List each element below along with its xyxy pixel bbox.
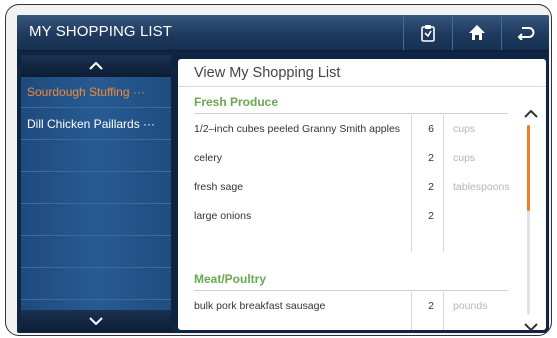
- item-quantity: 2: [428, 300, 434, 312]
- item-name: 1/2–inch cubes peeled Granny Smith apple…: [194, 123, 401, 135]
- back-icon: [517, 26, 535, 40]
- chevron-down-icon: [89, 312, 103, 330]
- item-quantity: 2: [428, 152, 434, 164]
- list-item[interactable]: celery 2 cups: [178, 144, 518, 173]
- item-unit: cups: [453, 152, 476, 164]
- recipe-empty-row: [21, 237, 171, 268]
- back-button[interactable]: [501, 15, 549, 50]
- shopping-list-icon: [420, 24, 436, 42]
- column-divider: [443, 115, 444, 252]
- item-unit: pounds: [453, 300, 488, 312]
- list-item[interactable]: 1/2–inch cubes peeled Granny Smith apple…: [178, 115, 518, 144]
- item-name: celery: [194, 152, 223, 164]
- list-scroll-down-button[interactable]: [520, 319, 542, 330]
- chevron-up-icon: [524, 105, 538, 123]
- app-screen: MY SHOPPING LIST Sourdough Stuffing ··· …: [17, 15, 549, 333]
- scroll-thumb[interactable]: [527, 125, 530, 211]
- item-unit: tablespoons: [453, 181, 510, 193]
- recipe-empty-row: [21, 269, 171, 300]
- item-quantity: 2: [428, 210, 434, 222]
- item-name: large onions: [194, 210, 252, 222]
- recipe-item-sourdough-stuffing[interactable]: Sourdough Stuffing ···: [21, 77, 171, 108]
- recipe-empty-row: [21, 173, 171, 204]
- chevron-down-icon: [524, 318, 538, 330]
- item-quantity: 2: [428, 181, 434, 193]
- recipe-list-panel: Sourdough Stuffing ··· Dill Chicken Pail…: [21, 55, 171, 332]
- shopping-list-panel: View My Shopping List Fresh Produce 1/2–…: [178, 59, 546, 330]
- item-unit: cups: [453, 123, 476, 135]
- recipe-empty-row: [21, 205, 171, 236]
- list-item[interactable]: bulk pork breakfast sausage 2 pounds: [178, 292, 518, 321]
- section-title-fresh-produce: Fresh Produce: [194, 95, 279, 109]
- scroll-up-button[interactable]: [21, 55, 171, 77]
- list-item[interactable]: fresh sage 2 tablespoons: [178, 173, 518, 202]
- device-frame: MY SHOPPING LIST Sourdough Stuffing ··· …: [5, 4, 552, 336]
- home-button[interactable]: [452, 15, 501, 50]
- column-divider: [443, 292, 444, 330]
- section-title-meat-poultry: Meat/Poultry: [194, 272, 267, 286]
- divider: [194, 113, 508, 114]
- list-item[interactable]: large onions 2: [178, 202, 518, 231]
- recipe-empty-row: [21, 141, 171, 172]
- item-name: fresh sage: [194, 181, 244, 193]
- item-name: bulk pork breakfast sausage: [194, 300, 326, 312]
- chevron-up-icon: [89, 57, 103, 75]
- app-title: MY SHOPPING LIST: [29, 23, 173, 40]
- list-scroll-up-button[interactable]: [520, 106, 542, 122]
- scroll-down-button[interactable]: [21, 310, 171, 332]
- divider: [178, 86, 546, 87]
- divider: [194, 290, 508, 291]
- column-divider: [411, 115, 412, 252]
- item-quantity: 6: [428, 123, 434, 135]
- title-bar: MY SHOPPING LIST: [17, 15, 549, 51]
- shopping-list-button[interactable]: [403, 15, 452, 50]
- recipe-item-dill-chicken-paillards[interactable]: Dill Chicken Paillards ···: [21, 109, 171, 140]
- column-divider: [411, 292, 412, 330]
- panel-title: View My Shopping List: [194, 65, 341, 81]
- home-icon: [468, 24, 486, 41]
- list-scrollbar[interactable]: [527, 125, 530, 315]
